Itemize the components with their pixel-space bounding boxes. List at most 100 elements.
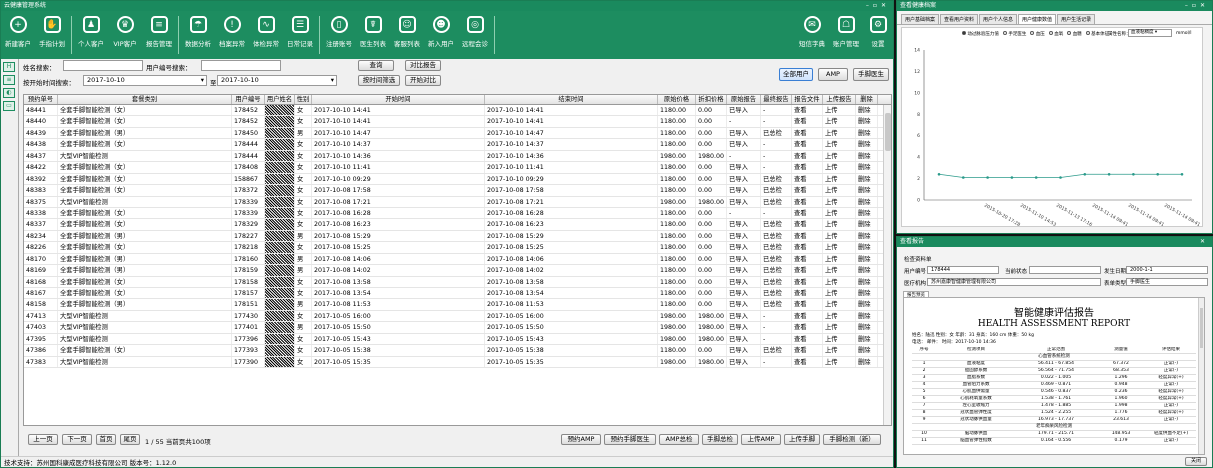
first-page-button[interactable]: 首页: [96, 434, 116, 445]
date-to-select[interactable]: 2017-10-10 ▾: [217, 75, 337, 86]
toolbar-doctor-button[interactable]: ☤ 医生列表: [356, 11, 390, 59]
delete-link-cell[interactable]: 删除: [856, 253, 878, 265]
table-row[interactable]: 48439 全套手脚智能检测（男） 178450 男 2017-10-10 14:47 2…: [24, 127, 891, 140]
view-link-cell[interactable]: 查看: [792, 356, 823, 368]
delete-link-cell[interactable]: 删除: [856, 139, 878, 150]
column-header[interactable]: 上传报告: [823, 95, 856, 104]
table-row[interactable]: 48167 全套手脚智能检测（女） 178157 女 2017-10-08 13:54 2…: [24, 288, 891, 300]
column-header[interactable]: 用户姓名: [265, 95, 295, 104]
column-header[interactable]: 结束时间: [485, 95, 658, 104]
tab-health-4[interactable]: 用户生活记录: [1057, 14, 1096, 24]
tab-health-3[interactable]: 用户健康数值: [1018, 14, 1057, 24]
side-chat-icon[interactable]: ◐: [3, 88, 15, 98]
table-row[interactable]: 48441 全套手脚智能检测（女） 178452 女 2017-10-10 14:41 2…: [24, 105, 891, 117]
all-users-button[interactable]: 全部用户: [779, 68, 813, 81]
view-link-cell[interactable]: 查看: [792, 173, 823, 185]
table-row[interactable]: 48234 全套手脚智能检测（男） 178227 男 2017-10-08 15:29 2…: [24, 230, 891, 243]
delete-link-cell[interactable]: 删除: [856, 185, 878, 196]
toolbar-hand-plan-button[interactable]: ✋ 手指计划: [35, 11, 69, 59]
table-row[interactable]: 47395 大型VIP智能检测 177396 女 2017-10-05 15:43 201…: [24, 333, 891, 346]
delete-link-cell[interactable]: 删除: [856, 299, 878, 310]
column-header[interactable]: 报告文件: [792, 95, 823, 104]
toolbar-account-button[interactable]: ☖ 账户管理: [829, 11, 863, 59]
upload-link-cell[interactable]: 上传: [823, 253, 856, 265]
view-link-cell[interactable]: 查看: [792, 242, 823, 253]
upload-link-cell[interactable]: 上传: [823, 288, 856, 299]
prev-page-button[interactable]: 上一页: [28, 434, 58, 445]
upload-link-cell[interactable]: 上传: [823, 219, 856, 230]
column-header[interactable]: 开始时间: [312, 95, 485, 104]
view-link-cell[interactable]: 查看: [792, 288, 823, 299]
table-row[interactable]: 48170 全套手脚智能检测（男） 178160 男 2017-10-08 14:06 2…: [24, 253, 891, 266]
delete-link-cell[interactable]: 删除: [856, 105, 878, 116]
delete-link-cell[interactable]: 删除: [856, 310, 878, 322]
delete-link-cell[interactable]: 删除: [856, 276, 878, 287]
upload-link-cell[interactable]: 上传: [823, 242, 856, 253]
delete-link-cell[interactable]: 删除: [856, 207, 878, 219]
next-page-button[interactable]: 下一页: [62, 434, 92, 445]
upload-link-cell[interactable]: 上传: [823, 173, 856, 185]
metric-radio[interactable]: 手足医生: [1002, 31, 1026, 37]
compare-start-button[interactable]: 开始对比: [405, 75, 441, 86]
upload-link-cell[interactable]: 上传: [823, 345, 856, 356]
table-row[interactable]: 48422 全套手脚智能检测（女） 178408 女 2017-10-10 11:41 2…: [24, 162, 891, 174]
delete-link-cell[interactable]: 删除: [856, 196, 878, 207]
toolbar-notebook-button[interactable]: ☰ 日常记录: [283, 11, 317, 59]
table-row[interactable]: 48337 全套手脚智能检测（女） 178329 女 2017-10-08 16:23 2…: [24, 219, 891, 231]
metric-radio[interactable]: 血糖: [1067, 31, 1082, 37]
delete-link-cell[interactable]: 删除: [856, 150, 878, 162]
name-search-input[interactable]: [63, 60, 143, 71]
table-row[interactable]: 48158 全套手脚智能检测（男） 178151 男 2017-10-08 11:53 2…: [24, 299, 891, 311]
delete-link-cell[interactable]: 删除: [856, 219, 878, 230]
table-row[interactable]: 48392 全套手脚智能检测（女） 158867 女 2017-10-10 09:29 2…: [24, 173, 891, 186]
column-header[interactable]: 套餐类别: [58, 95, 232, 104]
view-link-cell[interactable]: 查看: [792, 162, 823, 173]
report-window-controls[interactable]: ✕: [1200, 237, 1209, 247]
toolbar-user-add-button[interactable]: + 新建客户: [1, 11, 35, 59]
table-row[interactable]: 48438 全套手脚智能检测（女） 178444 女 2017-10-10 14:37 2…: [24, 139, 891, 151]
bottom-action-button[interactable]: 预约AMP: [561, 434, 601, 445]
side-car-icon[interactable]: ▭: [3, 101, 15, 111]
delete-link-cell[interactable]: 删除: [856, 356, 878, 368]
upload-link-cell[interactable]: 上传: [823, 310, 856, 322]
column-header[interactable]: 原始报告: [727, 95, 761, 104]
delete-link-cell[interactable]: 删除: [856, 230, 878, 242]
column-header[interactable]: 预约单号: [24, 95, 58, 104]
delete-link-cell[interactable]: 删除: [856, 265, 878, 276]
report-scrollbar[interactable]: [1198, 298, 1204, 454]
view-link-cell[interactable]: 查看: [792, 322, 823, 333]
view-link-cell[interactable]: 查看: [792, 276, 823, 287]
bottom-action-button[interactable]: AMP总检: [659, 434, 699, 445]
view-link-cell[interactable]: 查看: [792, 219, 823, 230]
upload-link-cell[interactable]: 上传: [823, 105, 856, 116]
userid-search-input[interactable]: [201, 60, 281, 71]
upload-link-cell[interactable]: 上传: [823, 207, 856, 219]
table-row[interactable]: 48226 全套手脚智能检测（女） 178218 女 2017-10-08 15:25 2…: [24, 242, 891, 254]
delete-link-cell[interactable]: 删除: [856, 162, 878, 173]
column-header[interactable]: 性别: [295, 95, 312, 104]
table-row[interactable]: 48440 全套手脚智能检测（女） 178452 女 2017-10-10 14:41 2…: [24, 116, 891, 128]
view-link-cell[interactable]: 查看: [792, 196, 823, 207]
bottom-action-button[interactable]: 手脚总检: [702, 434, 738, 445]
view-link-cell[interactable]: 查看: [792, 299, 823, 310]
delete-link-cell[interactable]: 删除: [856, 345, 878, 356]
toolbar-person-group-button[interactable]: ♟ 个人客户: [74, 11, 108, 59]
health-window-controls[interactable]: –▫✕: [1185, 1, 1209, 11]
table-row[interactable]: 47383 大型VIP智能检测 177390 女 2017-10-05 15:35 201…: [24, 356, 891, 369]
side-home-icon[interactable]: H: [3, 62, 15, 72]
delete-link-cell[interactable]: 删除: [856, 288, 878, 299]
upload-link-cell[interactable]: 上传: [823, 139, 856, 150]
view-link-cell[interactable]: 查看: [792, 345, 823, 356]
last-page-button[interactable]: 尾页: [120, 434, 140, 445]
table-row[interactable]: 47403 大型VIP智能检测 177401 男 2017-10-05 15:50 201…: [24, 322, 891, 334]
table-row[interactable]: 47413 大型VIP智能检测 177430 女 2017-10-05 16:00 201…: [24, 310, 891, 323]
view-link-cell[interactable]: 查看: [792, 310, 823, 322]
query-button[interactable]: 查询: [358, 60, 394, 71]
bottom-action-button[interactable]: 上传AMP: [741, 434, 781, 445]
view-link-cell[interactable]: 查看: [792, 253, 823, 265]
upload-link-cell[interactable]: 上传: [823, 322, 856, 333]
toolbar-exam-alert-button[interactable]: ∿ 体检异常: [249, 11, 283, 59]
table-row[interactable]: 47386 全套手脚智能检测（女） 177393 女 2017-10-05 15:38 2…: [24, 345, 891, 357]
metric-radio[interactable]: 动过脉验压力值: [962, 31, 999, 37]
table-row[interactable]: 48169 全套手脚智能检测（男） 178159 男 2017-10-08 14:02 2…: [24, 265, 891, 277]
